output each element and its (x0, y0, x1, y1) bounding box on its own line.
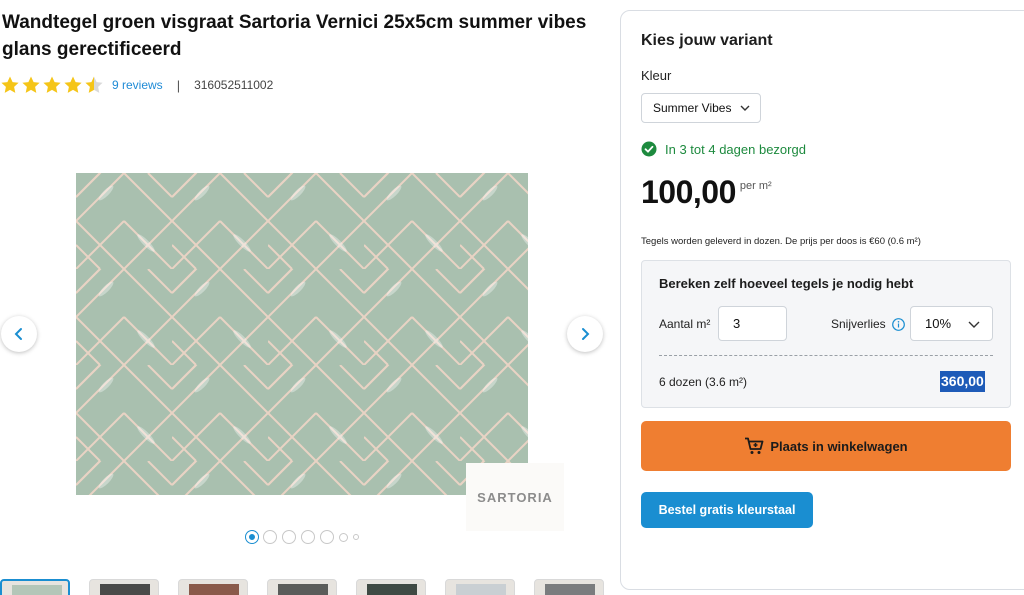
delivery-text: In 3 tot 4 dagen bezorgd (665, 141, 806, 157)
add-to-cart-label: Plaats in winkelwagen (770, 438, 908, 454)
reviews-link[interactable]: 9 reviews (112, 78, 163, 92)
add-to-cart-button[interactable]: Plaats in winkelwagen (641, 421, 1011, 471)
brand-logo: SARTORIA (466, 463, 564, 531)
brand-name: SARTORIA (477, 489, 553, 505)
gallery-dot[interactable] (263, 530, 277, 544)
sku-number: 316052511002 (194, 78, 274, 92)
thumbnail[interactable] (356, 579, 426, 595)
product-image[interactable] (76, 173, 528, 495)
thumbnail[interactable] (267, 579, 337, 595)
chevron-left-icon (14, 328, 22, 340)
box-count: 6 dozen (3.6 m²) (659, 375, 748, 389)
price-value: 100,00 (641, 174, 736, 210)
product-title: Wandtegel groen visgraat Sartoria Vernic… (2, 12, 587, 60)
chevron-down-icon (968, 321, 980, 328)
herringbone-tile-image (76, 173, 528, 495)
gallery-dot[interactable] (282, 530, 296, 544)
cutting-loss-select[interactable]: 10% (910, 306, 993, 341)
star-icon (22, 76, 40, 93)
thumbnail[interactable] (89, 579, 159, 595)
calculator-divider (659, 355, 993, 356)
cart-icon (745, 437, 764, 454)
gallery-pagination (246, 530, 359, 544)
half-star-icon (85, 76, 103, 93)
separator: | (176, 77, 181, 93)
price-unit: per m² (739, 180, 772, 192)
color-select-value: Summer Vibes (653, 101, 732, 115)
rating-row: 9 reviews | 316052511002 (0, 75, 273, 95)
star-icon (1, 76, 19, 93)
color-label: Kleur (641, 68, 672, 83)
star-icon (43, 76, 61, 93)
order-sample-button[interactable]: Bestel gratis kleurstaal (641, 492, 813, 528)
gallery-dot[interactable] (320, 530, 334, 544)
thumbnail[interactable] (178, 579, 248, 595)
order-sample-label: Bestel gratis kleurstaal (658, 503, 796, 517)
gallery-prev-button[interactable] (1, 316, 37, 352)
gallery-next-button[interactable] (567, 316, 603, 352)
price: 100,00 per m² (641, 172, 772, 212)
cutting-loss-value: 10% (925, 316, 952, 331)
calculator-title: Bereken zelf hoeveel tegels je nodig heb… (659, 276, 914, 291)
box-note: Tegels worden geleverd in dozen. De prij… (641, 236, 921, 247)
gallery-dot[interactable] (353, 534, 359, 540)
area-label: Aantal m² (659, 317, 711, 331)
color-select[interactable]: Summer Vibes (641, 93, 761, 123)
thumbnail-strip (0, 579, 604, 595)
thumbnail[interactable] (0, 579, 70, 595)
info-icon[interactable] (891, 317, 905, 331)
variant-title: Kies jouw variant (641, 32, 773, 49)
star-icon (64, 76, 82, 93)
check-circle-icon (641, 141, 657, 157)
chevron-down-icon (740, 105, 750, 111)
thumbnail[interactable] (445, 579, 515, 595)
star-rating[interactable] (0, 75, 104, 95)
area-input[interactable] (718, 306, 787, 341)
thumbnail[interactable] (534, 579, 604, 595)
calculated-total: 360,00 (940, 371, 985, 392)
gallery-dot[interactable] (246, 531, 258, 543)
delivery-status: In 3 tot 4 dagen bezorgd (641, 141, 806, 157)
cutting-loss-text: Snijverlies (831, 317, 886, 331)
gallery-dot[interactable] (339, 532, 348, 542)
gallery-dot[interactable] (301, 530, 315, 544)
cutting-loss-label: Snijverlies (831, 317, 905, 331)
chevron-right-icon (582, 328, 590, 340)
